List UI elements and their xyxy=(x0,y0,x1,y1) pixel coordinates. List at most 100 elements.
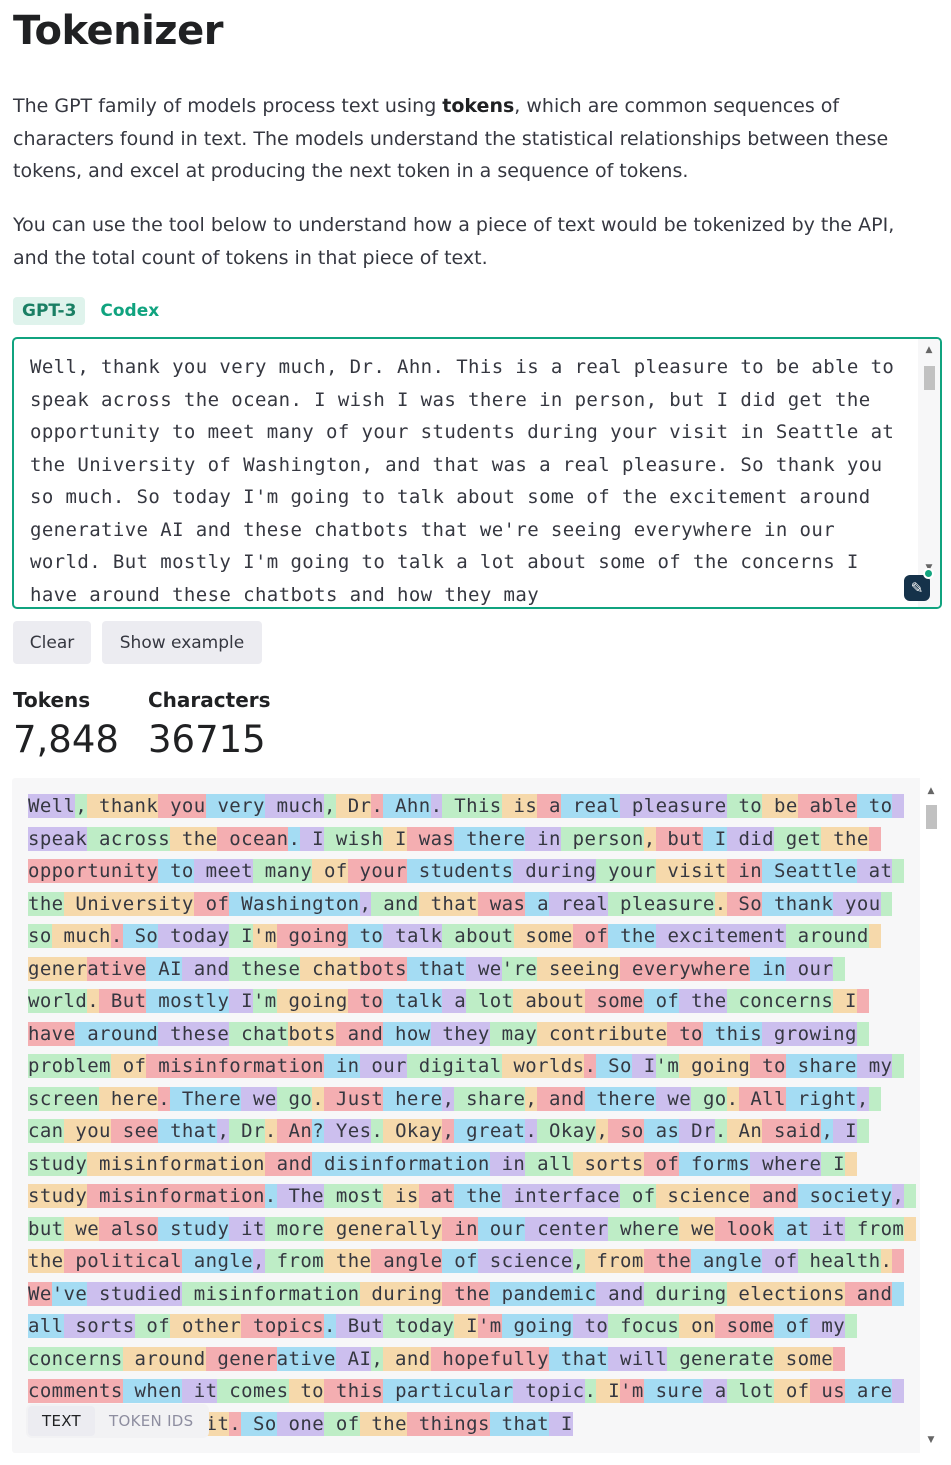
characters-stat: Characters 36715 xyxy=(148,688,271,761)
token: gener xyxy=(205,1346,277,1371)
token: did xyxy=(726,826,774,851)
token: that xyxy=(418,891,478,916)
token: to xyxy=(288,1379,325,1403)
token: Okay xyxy=(537,1119,597,1143)
token: I xyxy=(229,924,253,948)
token: share xyxy=(785,1054,857,1078)
token: , xyxy=(371,1346,384,1371)
text-input-area[interactable]: Well, thank you very much, Dr. Ahn. This… xyxy=(12,337,942,609)
usage-paragraph: You can use the tool below to understand… xyxy=(13,214,895,269)
token: of xyxy=(773,1379,810,1403)
token: and xyxy=(181,956,230,981)
token: to xyxy=(667,1021,703,1046)
token: the xyxy=(454,1184,502,1208)
token: , xyxy=(442,1119,455,1143)
token: some xyxy=(714,1314,775,1338)
token-list: Well, thank you very much, Dr. Ahn. This… xyxy=(28,790,917,1440)
token: was xyxy=(477,891,526,916)
token: going xyxy=(276,924,348,948)
token: I xyxy=(596,1379,621,1403)
token: , xyxy=(359,891,372,916)
tab-text-view[interactable]: TEXT xyxy=(28,1406,96,1436)
token: of xyxy=(572,924,609,948)
grammarly-icon[interactable]: ✎ xyxy=(904,575,930,601)
token: from xyxy=(584,1249,644,1273)
token: elections xyxy=(726,1281,845,1306)
token: , xyxy=(525,1086,538,1111)
token: growing xyxy=(762,1021,857,1046)
token: in xyxy=(324,1054,360,1078)
token: studied xyxy=(87,1281,182,1306)
token: Yes xyxy=(324,1119,372,1143)
token: it xyxy=(181,1379,218,1403)
token: talk xyxy=(383,989,443,1013)
token: around xyxy=(75,1021,159,1046)
tab-codex[interactable]: Codex xyxy=(91,297,168,325)
token: around xyxy=(785,924,869,948)
token: , xyxy=(596,1119,609,1143)
clear-button[interactable]: Clear xyxy=(13,621,91,664)
token: around xyxy=(122,1346,206,1371)
token: , xyxy=(643,826,656,851)
token: bots xyxy=(359,956,407,981)
token: 'm xyxy=(252,989,277,1013)
token: , xyxy=(821,1119,834,1143)
token: , xyxy=(442,1086,455,1111)
token: pleasure xyxy=(608,891,715,916)
token: when xyxy=(122,1379,182,1403)
scroll-up-arrow-icon[interactable]: ▲ xyxy=(918,343,940,357)
token: 've xyxy=(51,1281,88,1306)
token: 'm xyxy=(477,1314,502,1338)
token: go xyxy=(691,1086,727,1111)
token: . xyxy=(371,794,384,818)
input-scrollbar[interactable]: ▲ ▼ xyxy=(918,339,940,607)
grammarly-status-icon xyxy=(923,568,934,579)
token: ocean xyxy=(217,826,289,851)
token: and xyxy=(383,1346,431,1371)
token: they xyxy=(430,1021,490,1046)
token: that xyxy=(158,1119,218,1143)
output-scroll-up-arrow-icon[interactable]: ▲ xyxy=(920,784,942,798)
output-scrollbar[interactable]: ▲ ▼ xyxy=(920,778,942,1453)
token: our xyxy=(785,956,834,981)
input-text[interactable]: Well, thank you very much, Dr. Ahn. This… xyxy=(30,351,910,607)
token: But xyxy=(335,1314,384,1338)
token: a xyxy=(442,989,467,1013)
token: excitement xyxy=(655,924,786,948)
token: bots xyxy=(288,1021,336,1046)
output-scroll-thumb[interactable] xyxy=(926,805,937,829)
show-example-button[interactable]: Show example xyxy=(102,621,262,664)
token: see xyxy=(110,1119,159,1143)
token: real xyxy=(560,794,621,818)
token: contribute xyxy=(537,1021,668,1046)
token: I xyxy=(821,1151,845,1176)
token: and xyxy=(750,1184,798,1208)
token: center xyxy=(525,1216,609,1241)
token: in xyxy=(442,1216,478,1241)
token: and xyxy=(844,1281,893,1306)
input-scroll-thumb[interactable] xyxy=(924,366,935,390)
token: some xyxy=(513,924,573,948)
characters-label: Characters xyxy=(148,688,271,712)
token: most xyxy=(324,1184,384,1208)
token: you xyxy=(158,794,206,818)
token: , xyxy=(252,1249,265,1273)
token: and xyxy=(596,1281,644,1306)
token: students xyxy=(406,859,514,883)
token: . xyxy=(584,1054,597,1078)
view-toggle: TEXT TOKEN IDS xyxy=(26,1404,210,1438)
token: a xyxy=(537,794,561,818)
token: . xyxy=(430,794,443,818)
token: we xyxy=(241,1086,277,1111)
output-scroll-down-arrow-icon[interactable]: ▼ xyxy=(920,1433,942,1447)
token: hopefully xyxy=(430,1346,549,1371)
token: things xyxy=(406,1411,490,1436)
token: look xyxy=(714,1216,774,1241)
tab-gpt3[interactable]: GPT-3 xyxy=(13,297,86,325)
token: All xyxy=(738,1086,786,1111)
token: I xyxy=(833,1119,857,1143)
token: during xyxy=(513,859,597,883)
token: share xyxy=(454,1086,526,1111)
token: to xyxy=(572,1314,609,1338)
tab-token-ids-view[interactable]: TOKEN IDS xyxy=(95,1406,207,1436)
